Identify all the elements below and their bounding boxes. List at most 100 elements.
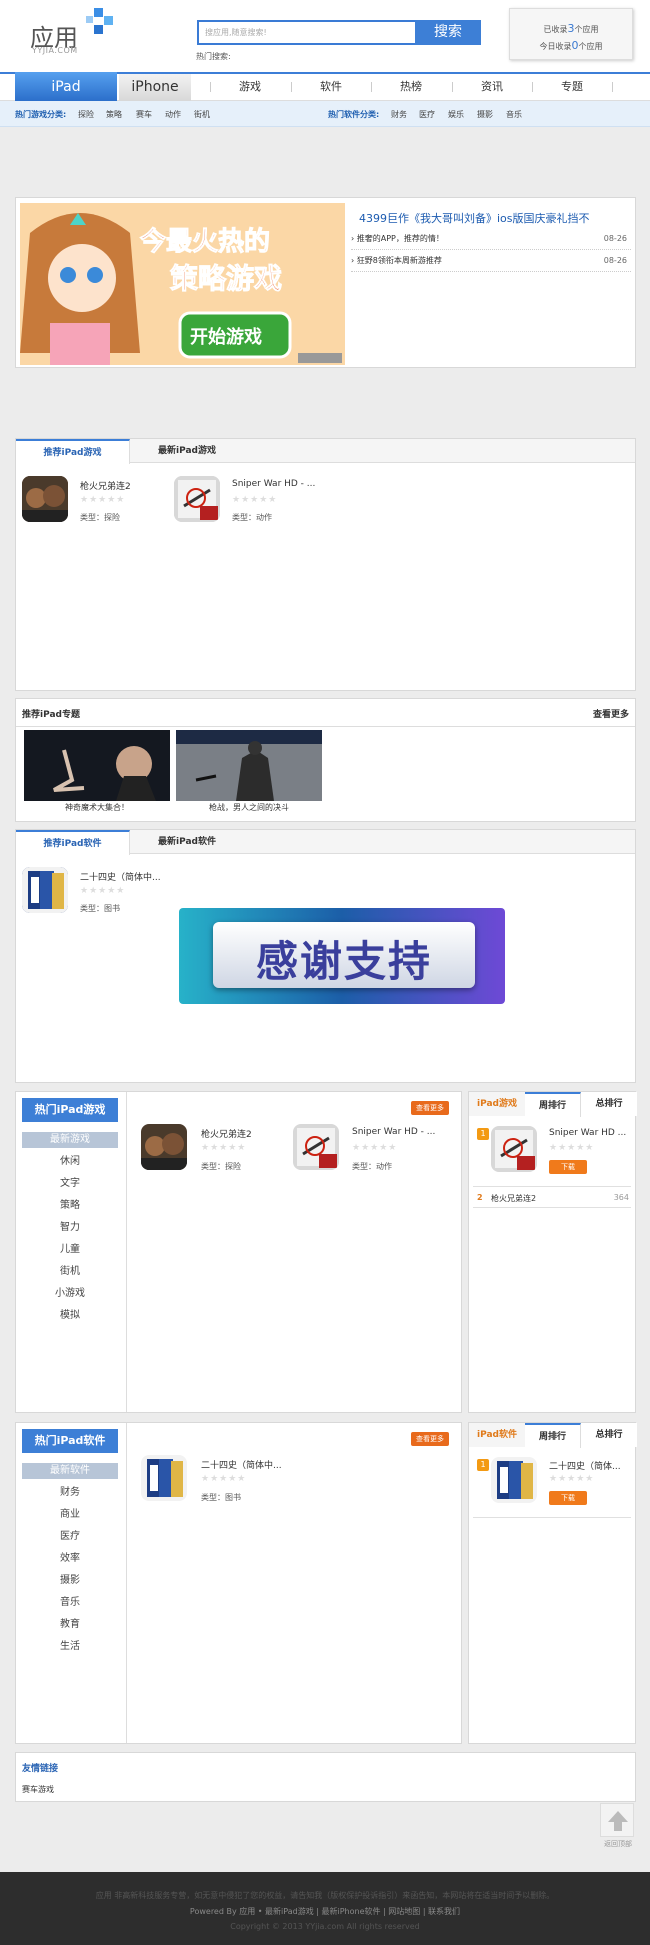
- app-name[interactable]: Sniper War HD ...: [549, 1128, 626, 1138]
- rating-stars: ★★★★★: [232, 495, 278, 505]
- app-icon[interactable]: [174, 476, 220, 522]
- side-item[interactable]: 财务: [22, 1485, 118, 1501]
- hot-games-panel: 热门iPad游戏 最新游戏 休闲 文字 策略 智力 儿童 街机 小游戏 模拟 查…: [15, 1091, 462, 1413]
- banner-text-line1: 今最火热的: [139, 227, 271, 258]
- search-button[interactable]: 搜索: [415, 20, 481, 45]
- app-icon[interactable]: [22, 867, 68, 913]
- topics-panel: 推荐iPad专题 查看更多 神奇魔术大集合！ 枪战，男人之间的决斗: [15, 698, 636, 822]
- side-item[interactable]: 智力: [22, 1220, 118, 1236]
- tab-ipad[interactable]: iPad: [15, 72, 117, 102]
- tab-iphone[interactable]: iPhone: [119, 74, 191, 102]
- tab-ipad-software[interactable]: iPad软件: [469, 1423, 525, 1447]
- rank-app-name[interactable]: 枪火兄弟连2: [491, 1193, 536, 1204]
- app-type: 类型：探险: [80, 513, 120, 522]
- app-icon[interactable]: [22, 476, 68, 522]
- category-link[interactable]: 医疗: [419, 109, 435, 120]
- category-link[interactable]: 动作: [165, 109, 181, 120]
- rank-number: 2: [477, 1193, 483, 1202]
- app-name[interactable]: 二十四史（简体中...: [201, 1458, 282, 1471]
- games-panel: 推荐iPad游戏 最新iPad游戏 枪火兄弟连2 ★★★★★ 类型：探险 Sni…: [15, 438, 636, 691]
- category-link[interactable]: 娱乐: [448, 109, 464, 120]
- app-icon[interactable]: [491, 1126, 537, 1172]
- banner-image[interactable]: 今最火热的 策略游戏 开始游戏: [20, 203, 345, 365]
- site-logo[interactable]: 应用 YYJIA.COM: [28, 8, 118, 55]
- nav-item-topics[interactable]: 专题: [532, 78, 612, 96]
- divider: [473, 1207, 631, 1208]
- topic-image-magic[interactable]: [24, 730, 170, 801]
- tab-latest-games[interactable]: 最新iPad游戏: [130, 439, 244, 463]
- app-name[interactable]: 二十四史（简体...: [549, 1459, 621, 1472]
- app-type: 类型：图书: [201, 1493, 241, 1502]
- hot-search-label: 热门搜索:: [196, 52, 231, 61]
- tab-overall[interactable]: 总排行: [581, 1423, 637, 1447]
- side-item[interactable]: 策略: [22, 1198, 118, 1214]
- category-link[interactable]: 策略: [106, 109, 122, 120]
- side-item[interactable]: 医疗: [22, 1529, 118, 1545]
- tab-overall[interactable]: 总排行: [581, 1092, 637, 1116]
- topic-caption[interactable]: 神奇魔术大集合！: [24, 802, 170, 813]
- app-icon[interactable]: [293, 1124, 339, 1170]
- more-button[interactable]: 查看更多: [411, 1101, 449, 1115]
- category-link[interactable]: 摄影: [477, 109, 493, 120]
- search-input[interactable]: 搜应用,随意搜索!: [197, 20, 415, 45]
- ranking-tabbar: iPad游戏 周排行 总排行: [469, 1092, 637, 1117]
- tab-weekly[interactable]: 周排行: [525, 1423, 581, 1448]
- app-name[interactable]: 二十四史（简体中...: [80, 870, 161, 883]
- side-item[interactable]: 效率: [22, 1551, 118, 1567]
- hot-software-title[interactable]: 热门iPad软件: [22, 1429, 118, 1453]
- more-button[interactable]: 查看更多: [411, 1432, 449, 1446]
- side-item[interactable]: 教育: [22, 1617, 118, 1633]
- side-item[interactable]: 最新软件: [22, 1463, 118, 1479]
- tab-weekly[interactable]: 周排行: [525, 1092, 581, 1117]
- back-to-top-button[interactable]: [600, 1803, 634, 1837]
- app-icon[interactable]: [141, 1124, 187, 1170]
- side-item[interactable]: 文字: [22, 1176, 118, 1192]
- rating-stars: ★★★★★: [201, 1143, 247, 1153]
- download-button[interactable]: 下载: [549, 1491, 587, 1505]
- app-name[interactable]: 枪火兄弟连2: [80, 479, 131, 492]
- footer-links[interactable]: Powered By 应用 • 最新iPad游戏 | 最新iPhone软件 | …: [0, 1906, 650, 1917]
- side-item[interactable]: 生活: [22, 1639, 118, 1655]
- side-item[interactable]: 音乐: [22, 1595, 118, 1611]
- category-link[interactable]: 音乐: [506, 109, 522, 120]
- side-item[interactable]: 儿童: [22, 1242, 118, 1258]
- category-link[interactable]: 街机: [194, 109, 210, 120]
- news-item[interactable]: › 狂野8领衔本周新游推荐 08-26: [351, 250, 631, 272]
- side-item[interactable]: 街机: [22, 1264, 118, 1280]
- topic-image-gunfight[interactable]: [176, 730, 322, 801]
- nav-item-games[interactable]: 游戏: [210, 78, 290, 96]
- nav-item-software[interactable]: 软件: [291, 78, 371, 96]
- category-link[interactable]: 财务: [391, 109, 407, 120]
- news-item[interactable]: › 推奢的APP，推荐的情！ 08-26: [351, 228, 631, 250]
- side-item[interactable]: 模拟: [22, 1308, 118, 1324]
- news-headline[interactable]: 4399巨作《我大哥叫刘备》ios版国庆豪礼挡不: [359, 210, 590, 226]
- topic-caption[interactable]: 枪战，男人之间的决斗: [176, 802, 322, 813]
- nav-item-hot[interactable]: 热榜: [371, 78, 451, 96]
- side-item[interactable]: 摄影: [22, 1573, 118, 1589]
- tab-recommended-software[interactable]: 推荐iPad软件: [16, 830, 130, 855]
- games-tabbar: 推荐iPad游戏 最新iPad游戏: [16, 439, 635, 464]
- app-icon[interactable]: [141, 1455, 187, 1501]
- sniper-game-icon: [174, 476, 220, 522]
- side-item[interactable]: 最新游戏: [22, 1132, 118, 1148]
- banner-start-button[interactable]: 开始游戏: [190, 323, 262, 349]
- app-icon[interactable]: [491, 1457, 537, 1503]
- side-item[interactable]: 休闲: [22, 1154, 118, 1170]
- nav-item-news[interactable]: 资讯: [452, 78, 532, 96]
- category-link[interactable]: 赛车: [136, 109, 152, 120]
- hot-games-title[interactable]: 热门iPad游戏: [22, 1098, 118, 1122]
- app-name[interactable]: 枪火兄弟连2: [201, 1127, 252, 1140]
- app-name[interactable]: Sniper War HD - ...: [352, 1127, 435, 1137]
- tab-ipad-games[interactable]: iPad游戏: [469, 1092, 525, 1116]
- rating-stars: ★★★★★: [80, 495, 126, 505]
- friend-link[interactable]: 赛车游戏: [22, 1784, 54, 1795]
- category-link[interactable]: 探险: [78, 109, 94, 120]
- side-item[interactable]: 小游戏: [22, 1286, 118, 1302]
- tab-recommended-games[interactable]: 推荐iPad游戏: [16, 439, 130, 464]
- side-item[interactable]: 商业: [22, 1507, 118, 1523]
- topics-more-link[interactable]: 查看更多: [593, 707, 629, 720]
- rank-badge: 1: [477, 1459, 489, 1471]
- tab-latest-software[interactable]: 最新iPad软件: [130, 830, 244, 854]
- app-name[interactable]: Sniper War HD - ...: [232, 479, 315, 489]
- download-button[interactable]: 下载: [549, 1160, 587, 1174]
